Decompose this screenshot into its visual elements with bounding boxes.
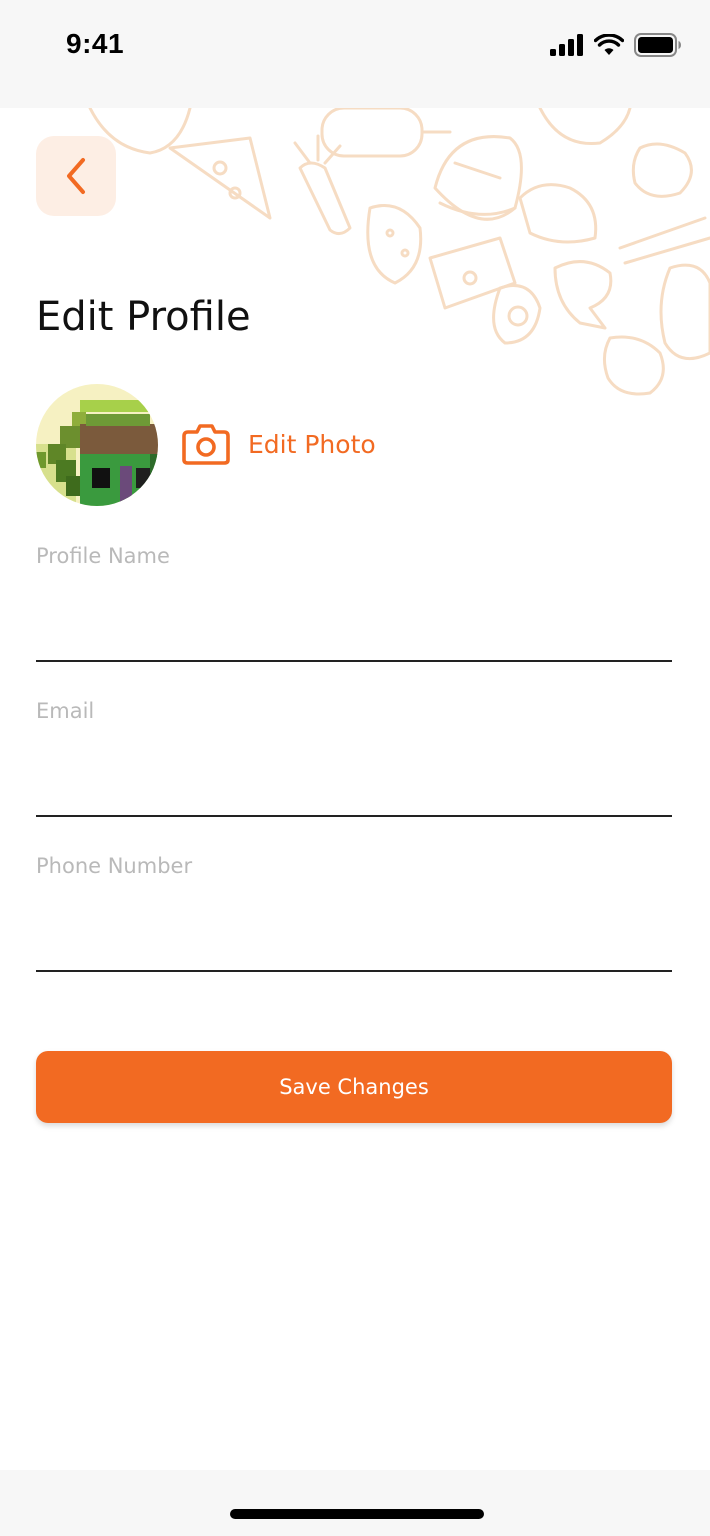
profile-name-field: Profile Name (36, 544, 672, 662)
back-button[interactable] (36, 136, 116, 216)
profile-name-input[interactable] (36, 612, 672, 662)
home-indicator[interactable] (230, 1509, 484, 1519)
edit-profile-screen: 9:41 Edit Profile Edit Photo Profile Nam… (0, 0, 710, 1536)
wifi-icon (594, 34, 624, 55)
camera-icon (182, 424, 230, 465)
edit-photo-label: Edit Photo (248, 429, 376, 459)
save-changes-button[interactable]: Save Changes (36, 1051, 672, 1123)
home-indicator-area (0, 1470, 710, 1536)
status-time: 9:41 (66, 28, 125, 59)
phone-number-field: Phone Number (36, 854, 672, 972)
signal-icon (550, 34, 583, 56)
profile-name-label: Profile Name (36, 544, 170, 568)
avatar[interactable] (36, 384, 158, 506)
status-bar: 9:41 (0, 0, 710, 108)
battery-icon (634, 33, 681, 57)
food-doodle-background (88, 108, 710, 396)
phone-number-input[interactable] (36, 922, 672, 972)
status-icons (550, 30, 682, 60)
page-title: Edit Profile (36, 294, 251, 340)
email-label: Email (36, 699, 95, 723)
email-input[interactable] (36, 767, 672, 817)
email-field: Email (36, 699, 672, 817)
phone-number-label: Phone Number (36, 854, 193, 878)
chevron-left-icon (67, 158, 85, 194)
edit-photo-button[interactable]: Edit Photo (182, 420, 376, 468)
avatar-image (36, 384, 158, 506)
